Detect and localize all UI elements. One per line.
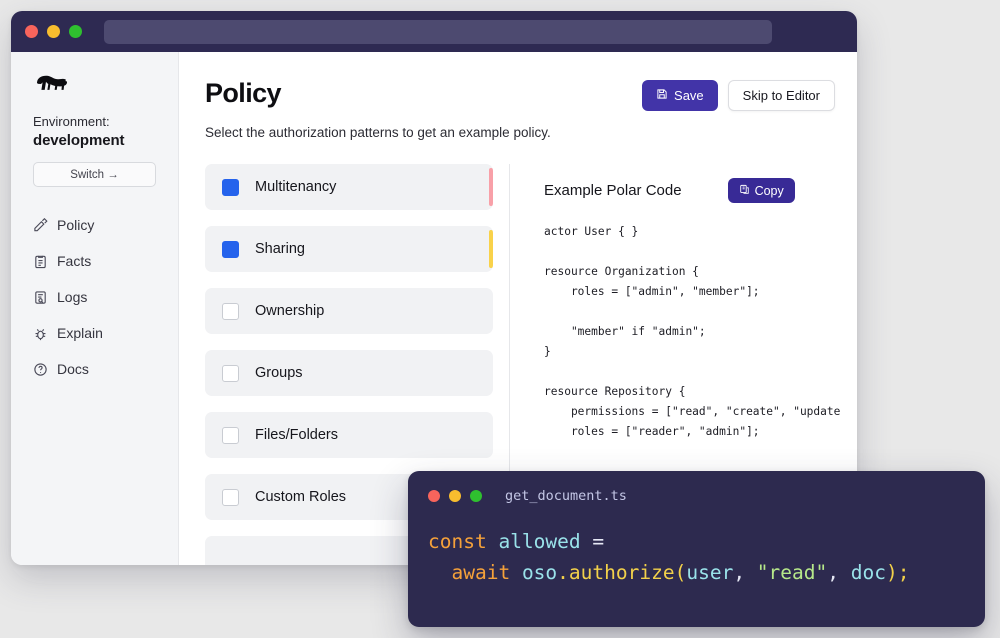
code-token-paren-close: ); xyxy=(885,561,910,584)
pattern-label: Files/Folders xyxy=(255,427,338,443)
code-token-string: "read" xyxy=(756,561,828,584)
page-subtitle: Select the authorization patterns to get… xyxy=(205,125,551,140)
code-card-body: const allowed = await oso.authorize(user… xyxy=(428,526,965,588)
sidebar-item-logs[interactable]: Logs xyxy=(11,283,178,311)
pattern-checkbox[interactable] xyxy=(222,240,239,258)
code-token-object: oso xyxy=(521,561,558,584)
skip-to-editor-label: Skip to Editor xyxy=(742,88,820,103)
sidebar-item-label: Logs xyxy=(57,289,88,305)
close-window-button[interactable] xyxy=(428,490,440,502)
pattern-checkbox[interactable] xyxy=(222,426,239,444)
window-controls xyxy=(25,25,82,38)
environment-label: Environment: xyxy=(33,114,110,129)
window-titlebar xyxy=(11,11,857,52)
code-snippet-card: get_document.ts const allowed = await os… xyxy=(408,471,985,627)
skip-to-editor-button[interactable]: Skip to Editor xyxy=(727,80,835,111)
pattern-label: Sharing xyxy=(255,241,305,257)
sidebar-item-label: Policy xyxy=(57,217,95,233)
sidebar-item-facts[interactable]: Facts xyxy=(11,247,178,275)
code-token-function: authorize xyxy=(568,561,675,584)
code-filename: get_document.ts xyxy=(505,488,627,504)
pattern-label: Groups xyxy=(255,365,303,381)
sidebar-item-docs[interactable]: Docs xyxy=(11,355,178,383)
sidebar-item-explain[interactable]: Explain xyxy=(11,319,178,347)
polar-panel-title: Example Polar Code xyxy=(544,182,682,199)
code-token-keyword: await xyxy=(451,561,511,584)
sidebar-item-label: Facts xyxy=(57,253,92,269)
pattern-checkbox[interactable] xyxy=(222,302,239,320)
maximize-window-button[interactable] xyxy=(470,490,482,502)
pattern-accent-bar xyxy=(489,230,493,268)
pattern-row-sharing[interactable]: Sharing xyxy=(205,226,493,272)
code-token-paren-open: ( xyxy=(674,561,687,584)
maximize-window-button[interactable] xyxy=(69,25,82,38)
switch-environment-button[interactable]: Switch → xyxy=(33,162,156,187)
save-button[interactable]: Save xyxy=(642,80,718,111)
pattern-row-multitenancy[interactable]: Multitenancy xyxy=(205,164,493,210)
pattern-accent-bar xyxy=(489,168,493,206)
code-token-operator: = xyxy=(592,530,605,553)
question-circle-icon xyxy=(33,362,48,377)
polar-header: Example Polar Code Copy xyxy=(544,178,857,203)
code-token-dot: . xyxy=(557,561,569,584)
pattern-label: Custom Roles xyxy=(255,489,347,505)
copy-code-button[interactable]: Copy xyxy=(727,178,795,203)
document-search-icon xyxy=(33,290,48,305)
code-card-titlebar: get_document.ts xyxy=(428,488,965,504)
pattern-label: Ownership xyxy=(255,303,325,319)
environment-value: development xyxy=(33,132,125,149)
code-token-arg3: doc xyxy=(850,561,886,584)
save-disk-icon xyxy=(656,88,668,103)
save-button-label: Save xyxy=(674,88,704,103)
sidebar-item-label: Docs xyxy=(57,361,89,377)
address-bar-input[interactable] xyxy=(104,19,772,44)
polar-code-block: actor User { } resource Organization { r… xyxy=(544,225,841,438)
pattern-row-files-folders[interactable]: Files/Folders xyxy=(205,412,493,458)
sidebar-nav: Policy Facts Logs Explain Docs xyxy=(11,211,178,383)
minimize-window-button[interactable] xyxy=(449,490,461,502)
copy-code-label: Copy xyxy=(754,183,784,198)
switch-environment-label: Switch → xyxy=(70,168,119,181)
pattern-checkbox[interactable] xyxy=(222,488,239,506)
pattern-label: Multitenancy xyxy=(255,179,337,195)
main-header: Policy Select the authorization patterns… xyxy=(179,52,857,140)
pattern-row-groups[interactable]: Groups xyxy=(205,350,493,396)
pattern-checkbox[interactable] xyxy=(222,178,239,196)
sidebar-item-label: Explain xyxy=(57,325,103,341)
header-actions: Save Skip to Editor xyxy=(642,80,835,111)
code-token-comma: , xyxy=(733,561,757,584)
code-token-arg1: user xyxy=(686,561,734,584)
sidebar: Environment: development Switch → Policy xyxy=(11,52,179,565)
sidebar-item-policy[interactable]: Policy xyxy=(11,211,178,239)
bear-logo-icon xyxy=(11,70,178,92)
pattern-checkbox[interactable] xyxy=(222,364,239,382)
minimize-window-button[interactable] xyxy=(47,25,60,38)
code-token-comma: , xyxy=(827,561,851,584)
clipboard-copy-icon xyxy=(739,184,750,198)
clipboard-icon xyxy=(33,254,48,269)
bug-icon xyxy=(33,326,48,341)
edit-document-icon xyxy=(33,217,48,233)
close-window-button[interactable] xyxy=(25,25,38,38)
pattern-row-ownership[interactable]: Ownership xyxy=(205,288,493,334)
code-token-variable: allowed xyxy=(498,530,581,553)
environment-block: Environment: development xyxy=(11,114,178,149)
code-token-keyword: const xyxy=(428,530,487,553)
